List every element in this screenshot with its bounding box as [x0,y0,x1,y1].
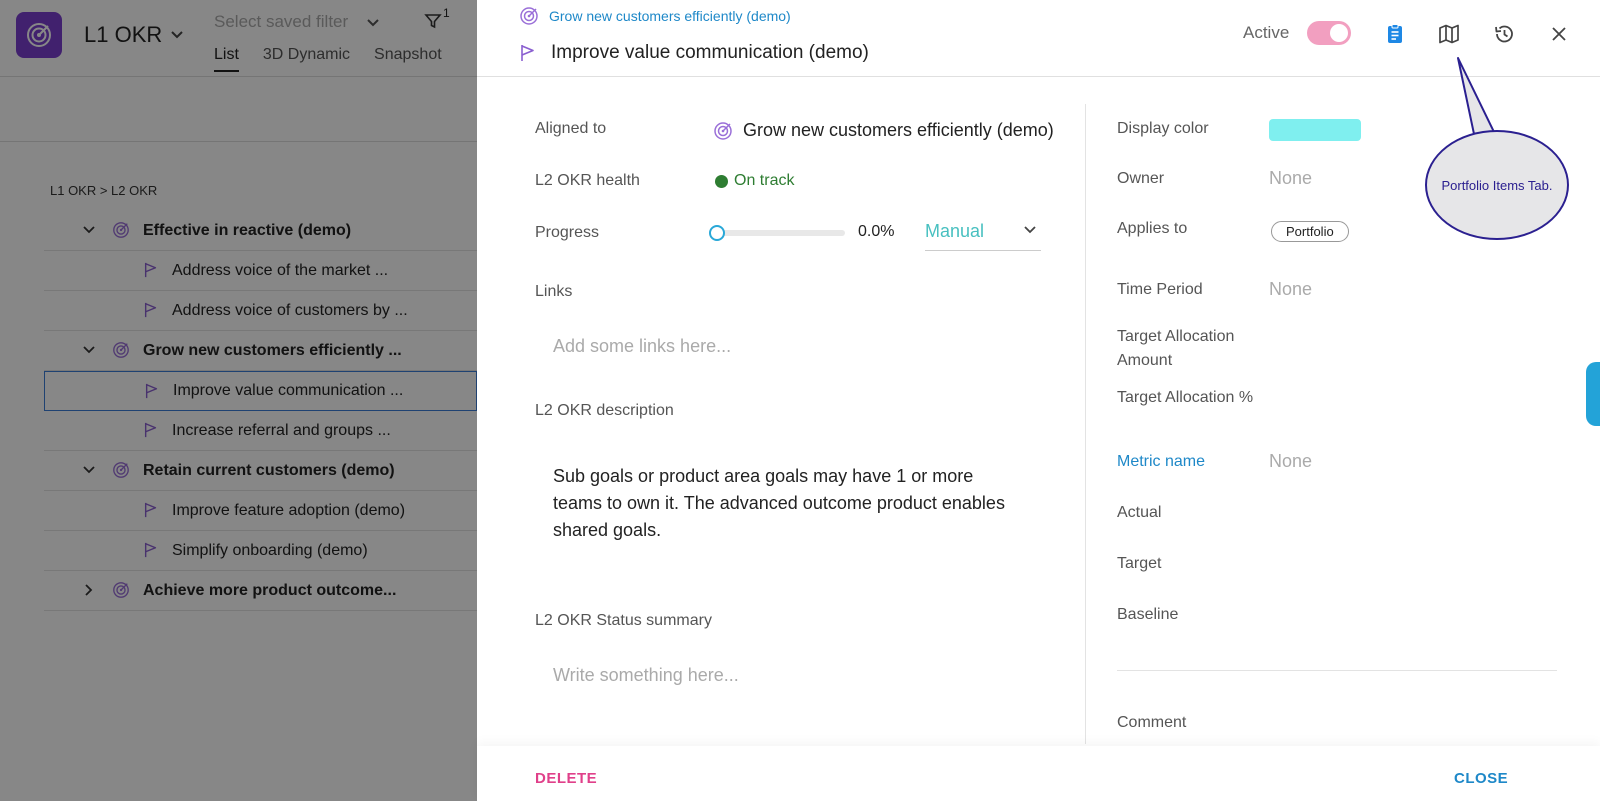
modal-backdrop[interactable] [0,0,477,801]
progress-label: Progress [535,224,600,241]
annotation-callout: Portfolio Items Tab. [1425,130,1569,240]
section-divider [1117,670,1557,671]
flag-icon [521,45,534,61]
target-label: Target [1117,555,1162,572]
links-label: Links [535,283,573,300]
okr-detail-panel: Grow new customers efficiently (demo) Im… [477,0,1600,801]
close-button[interactable]: CLOSE [1454,770,1508,787]
progress-percent: 0.0% [858,223,895,240]
display-color-swatch[interactable] [1269,119,1361,141]
panel-title: Improve value communication (demo) [519,42,869,64]
baseline-label: Baseline [1117,606,1179,623]
time-period-label: Time Period [1117,281,1203,298]
history-tab[interactable] [1492,22,1516,46]
panel-header: Grow new customers efficiently (demo) Im… [477,0,1600,77]
column-divider [1085,104,1086,744]
callout-text: Portfolio Items Tab. [1441,177,1553,193]
target-allocation-amount-label: Target Allocation Amount [1117,328,1235,369]
progress-slider-track[interactable] [713,230,845,236]
parent-okr-link[interactable]: Grow new customers efficiently (demo) [519,6,791,26]
map-icon [1439,24,1459,44]
clipboard-icon [1388,24,1402,43]
links-input[interactable]: Add some links here... [553,336,731,357]
health-status[interactable]: On track [715,172,794,190]
applies-to-label: Applies to [1117,220,1188,237]
progress-mode-select[interactable]: Manual [925,215,1041,251]
metric-name-label: Metric name [1117,453,1206,470]
applies-to-chip[interactable]: Portfolio [1271,221,1349,242]
panel-title-text[interactable]: Improve value communication (demo) [551,42,869,64]
side-drawer-handle[interactable] [1586,362,1600,426]
target-icon [714,121,732,140]
description-label: L2 OKR description [535,402,674,419]
history-icon [1495,25,1513,43]
metric-name-value[interactable]: None [1269,451,1312,472]
health-status-dot [715,174,728,188]
health-status-text: On track [734,172,795,189]
progress-mode-value: Manual [925,221,985,241]
okr-list-app: L1 OKR Select saved filter 1 List 3D Dyn… [0,0,477,801]
panel-footer: DELETE CLOSE [477,746,1600,801]
progress-slider-handle[interactable] [709,225,725,241]
chevron-down-icon [1024,226,1036,234]
close-icon [1552,27,1566,41]
portfolio-items-tab[interactable] [1437,22,1461,46]
toggle-knob [1330,24,1348,42]
details-tab[interactable] [1383,22,1407,46]
target-icon [520,7,538,25]
aligned-to-value[interactable]: Grow new customers efficiently (demo) [713,120,1063,141]
active-label: Active [1243,23,1290,42]
owner-value[interactable]: None [1269,168,1312,189]
aligned-to-text[interactable]: Grow new customers efficiently (demo) [743,120,1054,141]
actual-label: Actual [1117,504,1162,521]
comment-label: Comment [1117,714,1187,731]
status-summary-label: L2 OKR Status summary [535,612,712,629]
display-color-label: Display color [1117,120,1209,137]
target-allocation-percent-label: Target Allocation % [1117,389,1254,406]
owner-label: Owner [1117,170,1165,187]
active-toggle[interactable] [1307,21,1351,45]
close-panel-button[interactable] [1547,22,1571,46]
time-period-value[interactable]: None [1269,279,1312,300]
status-summary-input[interactable]: Write something here... [553,665,739,686]
health-label: L2 OKR health [535,172,640,189]
parent-okr-label[interactable]: Grow new customers efficiently (demo) [549,8,791,24]
delete-button[interactable]: DELETE [535,770,597,787]
aligned-to-label: Aligned to [535,120,607,137]
description-text[interactable]: Sub goals or product area goals may have… [553,463,1023,544]
